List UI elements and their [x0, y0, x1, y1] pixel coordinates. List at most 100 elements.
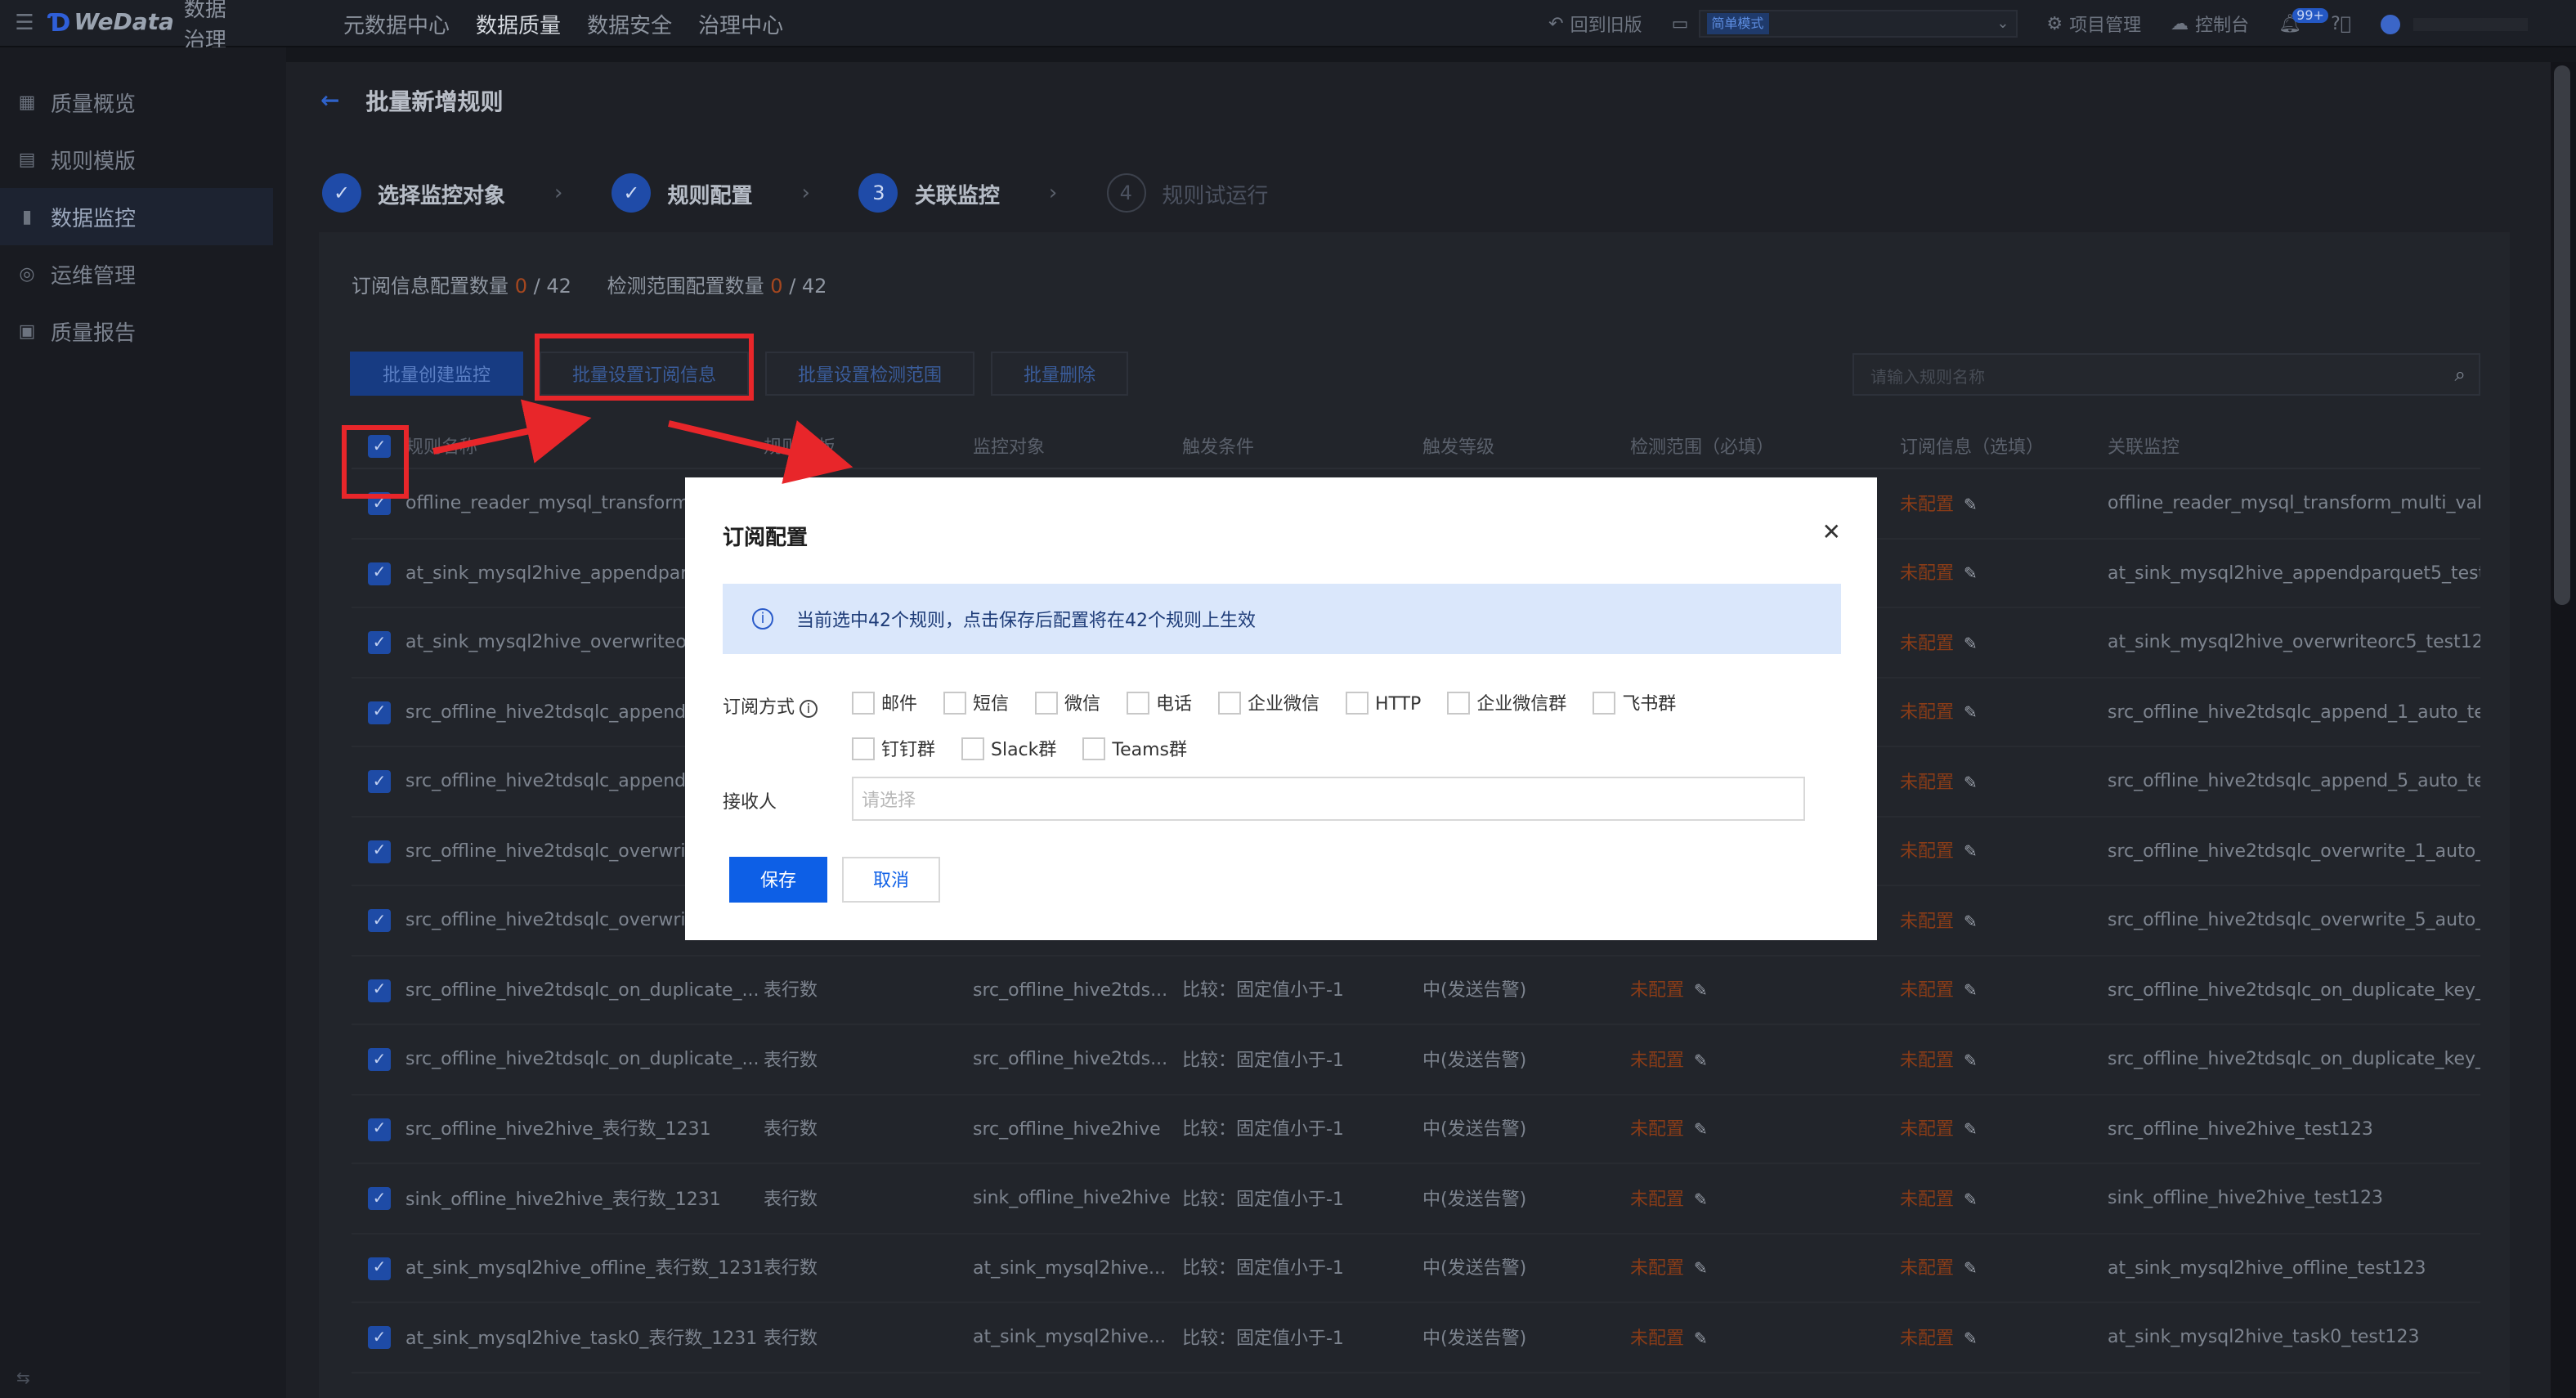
- search-input[interactable]: 请输入规则名称 ⌕: [1852, 353, 2480, 396]
- column-header: 规则模板: [764, 437, 836, 458]
- user-name: [2413, 17, 2528, 30]
- subscription-method-checkbox[interactable]: 微信: [1035, 690, 1100, 716]
- checkbox-box[interactable]: [1346, 692, 1369, 715]
- batch-create-monitor-button[interactable]: 批量创建监控: [350, 352, 523, 396]
- check-circle-icon: ✓: [322, 173, 361, 213]
- project-mgmt-link[interactable]: ⚙ 项目管理: [2046, 11, 2141, 37]
- cancel-button[interactable]: 取消: [842, 857, 940, 903]
- edit-pencil-icon[interactable]: ✎: [1964, 1053, 1978, 1071]
- info-circle-icon[interactable]: i: [800, 700, 818, 718]
- edit-pencil-icon[interactable]: ✎: [1694, 1053, 1708, 1071]
- edit-pencil-icon[interactable]: ✎: [1964, 845, 1978, 863]
- checkbox-box[interactable]: [852, 737, 875, 760]
- row-checkbox[interactable]: ✓: [368, 1118, 391, 1140]
- checkbox-box[interactable]: [943, 692, 966, 715]
- table-row: ✓ src_offline_hive2tdsqlc_on_duplicate_..…: [352, 956, 2480, 1025]
- back-arrow-icon[interactable]: ←: [320, 88, 339, 114]
- logo[interactable]: Ɗ WeData 数据治理: [49, 0, 229, 54]
- subscription-method-checkbox[interactable]: 企业微信群: [1447, 690, 1566, 716]
- table-cell-level: 中(发送告警): [1422, 1185, 1630, 1212]
- row-checkbox[interactable]: ✓: [368, 1326, 391, 1349]
- subscription-method-checkbox[interactable]: 邮件: [852, 690, 917, 716]
- edit-pencil-icon[interactable]: ✎: [1964, 1261, 1978, 1279]
- row-checkbox[interactable]: ✓: [368, 840, 391, 863]
- checkbox-box[interactable]: [1593, 692, 1616, 715]
- subscription-method-checkbox[interactable]: 短信: [943, 690, 1009, 716]
- avatar[interactable]: [2381, 14, 2400, 34]
- batch-set-range-button[interactable]: 批量设置检测范围: [765, 352, 974, 396]
- row-checkbox[interactable]: ✓: [368, 1257, 391, 1279]
- checkbox-box[interactable]: [1035, 692, 1058, 715]
- row-checkbox[interactable]: ✓: [368, 701, 391, 724]
- save-button[interactable]: 保存: [729, 857, 827, 903]
- edit-pencil-icon[interactable]: ✎: [1694, 1331, 1708, 1349]
- table-cell-cond: 比较：固定值小于-1: [1182, 1185, 1422, 1212]
- row-checkbox-cell: ✓: [352, 1047, 405, 1071]
- edit-pencil-icon[interactable]: ✎: [1964, 984, 1978, 1001]
- table-cell-name: sink_offline_hive2hive_表行数_1231: [405, 1185, 764, 1212]
- cell-text: 中(发送告警): [1422, 1327, 1527, 1349]
- edit-pencil-icon[interactable]: ✎: [1694, 984, 1708, 1001]
- help-button[interactable]: ?⃝: [2331, 13, 2351, 34]
- edit-pencil-icon[interactable]: ✎: [1964, 1192, 1978, 1210]
- sidebar-item[interactable]: ◎ 运维管理: [0, 245, 286, 302]
- row-checkbox[interactable]: ✓: [368, 631, 391, 654]
- edit-pencil-icon[interactable]: ✎: [1694, 1192, 1708, 1210]
- collapse-sidebar-icon[interactable]: ⇆: [16, 1370, 30, 1388]
- top-nav-item[interactable]: 治理中心: [698, 7, 783, 38]
- table-cell-level: 中(发送告警): [1422, 1046, 1630, 1073]
- edit-pencil-icon[interactable]: ✎: [1964, 775, 1978, 793]
- top-nav-item[interactable]: 元数据中心: [343, 7, 450, 38]
- edit-pencil-icon[interactable]: ✎: [1964, 497, 1978, 515]
- subscription-method-checkbox[interactable]: 企业微信: [1218, 690, 1319, 716]
- sidebar-item[interactable]: ▦ 质量概览: [0, 74, 286, 131]
- subscription-method-checkbox[interactable]: 飞书群: [1593, 690, 1676, 716]
- sidebar-item[interactable]: ▤ 规则模版: [0, 131, 286, 188]
- edit-pencil-icon[interactable]: ✎: [1964, 567, 1978, 585]
- checkbox-box[interactable]: [852, 692, 875, 715]
- checkbox-box[interactable]: [1218, 692, 1241, 715]
- table-cell-monitor: src_offline_hive2tdsqlc_on_duplicate_key…: [2108, 1049, 2480, 1070]
- subscription-method-checkbox[interactable]: 钉钉群: [852, 736, 935, 762]
- checkbox-box[interactable]: [961, 737, 984, 760]
- sidebar-item[interactable]: ▣ 质量报告: [0, 302, 286, 360]
- top-nav-item[interactable]: 数据质量: [476, 7, 561, 38]
- subscription-method-checkbox[interactable]: Slack群: [961, 736, 1056, 762]
- checkbox-box[interactable]: [1127, 692, 1149, 715]
- edit-pencil-icon[interactable]: ✎: [1694, 1122, 1708, 1140]
- hamburger-menu-icon[interactable]: ☰: [0, 11, 49, 35]
- close-icon[interactable]: ✕: [1822, 520, 1841, 546]
- row-checkbox[interactable]: ✓: [368, 770, 391, 793]
- old-version-link[interactable]: ↶ 回到旧版: [1548, 11, 1642, 37]
- checkbox-box[interactable]: [1447, 692, 1471, 715]
- subscription-method-checkbox[interactable]: HTTP: [1346, 690, 1421, 716]
- row-checkbox[interactable]: ✓: [368, 909, 391, 932]
- batch-delete-button[interactable]: 批量删除: [991, 352, 1128, 396]
- edit-pencil-icon[interactable]: ✎: [1964, 1331, 1978, 1349]
- notification-button[interactable]: 🔔︎ 99+: [2278, 8, 2329, 34]
- top-nav-item[interactable]: 数据安全: [587, 7, 672, 38]
- console-link[interactable]: ☁ 控制台: [2171, 11, 2249, 37]
- project-select[interactable]: 简单模式 ⌄: [1698, 10, 2018, 38]
- row-checkbox-cell: ✓: [352, 1186, 405, 1210]
- receiver-select[interactable]: 请选择: [852, 777, 1805, 821]
- edit-pencil-icon[interactable]: ✎: [1964, 636, 1978, 654]
- cell-text: 未配置: [1900, 701, 1954, 724]
- scrollbar-thumb[interactable]: [2554, 65, 2570, 605]
- table-cell-template: 表行数: [764, 1255, 973, 1281]
- edit-pencil-icon[interactable]: ✎: [1964, 1122, 1978, 1140]
- search-icon[interactable]: ⌕: [2455, 362, 2466, 387]
- sidebar-item[interactable]: ▮ 数据监控: [0, 188, 273, 245]
- row-checkbox[interactable]: ✓: [368, 979, 391, 1001]
- row-checkbox[interactable]: ✓: [368, 1048, 391, 1071]
- edit-pencil-icon[interactable]: ✎: [1964, 914, 1978, 932]
- subscription-method-checkbox[interactable]: Teams群: [1082, 736, 1187, 762]
- row-checkbox[interactable]: ✓: [368, 562, 391, 585]
- checkbox-box[interactable]: [1082, 737, 1106, 760]
- product-name: 数据治理: [183, 0, 226, 54]
- cell-text: at_sink_mysql2hive...: [973, 1326, 1166, 1348]
- edit-pencil-icon[interactable]: ✎: [1694, 1261, 1708, 1279]
- subscription-method-checkbox[interactable]: 电话: [1127, 690, 1192, 716]
- edit-pencil-icon[interactable]: ✎: [1964, 706, 1978, 724]
- row-checkbox[interactable]: ✓: [368, 1187, 391, 1210]
